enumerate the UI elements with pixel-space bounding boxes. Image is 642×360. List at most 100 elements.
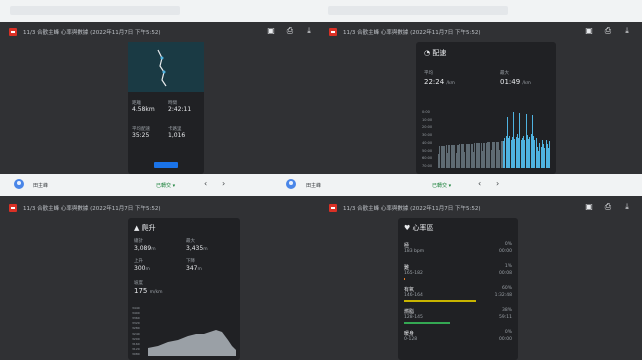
zone-name: 暖身 [404, 331, 415, 337]
top-strip [0, 0, 642, 22]
avg-unit: /km [446, 81, 455, 86]
comment-icon[interactable]: ▣ [266, 26, 276, 36]
pane-header: 11/3 合歡主峰 心率與數據 (2022年11月7日 下午5:52) ▣ ⎙ … [320, 22, 642, 42]
stat-value: 347m [186, 265, 202, 272]
zone-name: 難 [404, 265, 410, 271]
pane-header: 11/3 合歡主峰 心率與數據 (2022年11月7日 下午5:52) [0, 198, 320, 218]
zone-percent: 60% [501, 286, 512, 291]
print-icon[interactable]: ⎙ [603, 26, 613, 36]
zone-progress-bar [404, 278, 406, 280]
zone-percent: 0% [504, 242, 512, 247]
y-tick-label: 30:00 [422, 133, 433, 138]
y-tick-label: 3120 [132, 346, 140, 351]
pace-bar [549, 140, 550, 168]
zone-range: 0-128 [404, 337, 418, 342]
status-dropdown[interactable]: 已轉交 ▾ [432, 182, 451, 189]
pane-header: 11/3 合歡主峰 心率與數據 (2022年11月7日 下午5:52) ▣ ⎙ … [0, 22, 320, 42]
stat-item: 距離 4.58km [132, 100, 155, 113]
y-tick-label: 0:00 [422, 110, 430, 114]
y-tick-label: 20:00 [422, 125, 433, 130]
document-title: 11/3 合歡主峰 心率與數據 (2022年11月7日 下午5:52) [343, 206, 481, 212]
heart-rate-zone-card: ♥ 心率區 極 183 bpm 0% 00:00 難 165-182 1% 00:08 有氧 14… [398, 218, 518, 360]
status-dropdown[interactable]: 已轉交 ▾ [156, 182, 175, 189]
y-tick-label: 3360 [132, 316, 140, 321]
zone-name: 有氧 [404, 287, 415, 293]
speed-icon: ◔ [424, 49, 431, 57]
prev-icon[interactable]: ‹ [204, 179, 207, 188]
viewer-pane-2: 11/3 合歡主峰 心率與數據 (2022年11月7日 下午5:52) ▣ ⎙ … [320, 22, 642, 174]
y-tick-label: 3080 [132, 352, 140, 356]
grade-unit: m/km [149, 290, 163, 295]
stat-item: 平均配速 35:25 [132, 126, 150, 139]
stat-item: 卡路里 1,016 [168, 126, 185, 139]
stat-label: 總計 [134, 239, 143, 244]
stat-unit: m [145, 267, 150, 272]
y-tick-label: 3280 [132, 326, 140, 331]
pdf-icon [329, 28, 337, 36]
y-tick-label: 40:00 [422, 140, 433, 145]
pdf-icon [9, 204, 17, 212]
stat-value: 35:25 [132, 132, 150, 139]
pdf-icon [329, 204, 337, 212]
viewer-pane-4: 11/3 合歡主峰 心率與數據 (2022年11月7日 下午5:52) ▣ ⎙ … [320, 196, 642, 360]
route-map [128, 42, 204, 92]
prev-icon[interactable]: ‹ [478, 179, 481, 188]
comment-icon[interactable]: ▣ [584, 202, 594, 212]
stat-unit: m [151, 247, 156, 252]
avatar [286, 179, 296, 189]
stat-value: 4.58km [132, 106, 155, 113]
avg-value: 22:24 [424, 78, 445, 86]
pace-card: ◔ 配速 平均 22:24 /km 最大 01:49 /km 0:00 10:00… [416, 42, 556, 174]
stat-label: 下降 [186, 259, 195, 264]
y-tick-label: 3400 [132, 311, 140, 316]
stat-number: 3,435 [186, 245, 204, 252]
comment-icon[interactable]: ▣ [584, 26, 594, 36]
footer-row: 田主峰 已轉交 ▾ ‹ › 田主峰 已轉交 ▾ ‹ › [0, 174, 642, 196]
print-icon[interactable]: ⎙ [285, 26, 295, 36]
toolbar-placeholder [10, 6, 180, 15]
zone-range: 146-164 [404, 293, 423, 298]
print-icon[interactable]: ⎙ [603, 202, 613, 212]
toolbar-placeholder [328, 6, 508, 15]
next-icon[interactable]: › [222, 179, 225, 188]
stat-value: 300m [134, 265, 150, 272]
pane-header: 11/3 合歡主峰 心率與數據 (2022年11月7日 下午5:52) ▣ ⎙ … [320, 198, 642, 218]
stat-label: 最大 [186, 239, 195, 244]
zone-percent: 1% [504, 264, 512, 269]
pdf-icon [9, 28, 17, 36]
grade-value: 175 [134, 287, 148, 295]
zone-time: 1:32:48 [494, 293, 512, 298]
download-icon[interactable]: ⤓ [304, 26, 314, 36]
download-icon[interactable]: ⤓ [622, 202, 632, 212]
zone-range: 183 bpm [404, 249, 425, 254]
y-tick-label: 3200 [132, 336, 140, 341]
best-unit: /km [522, 81, 531, 86]
elevation-chart [148, 330, 236, 356]
stat-label: 上升 [134, 259, 143, 264]
zone-percent: 38% [501, 308, 512, 313]
elevation-card: ▲ 爬升 總計 3,089m 最大 3,435m 上升 300m 下降 347m 坡度 175… [128, 218, 240, 360]
stat-value: 3,089m [134, 245, 156, 252]
zone-name: 燃脂 [404, 309, 415, 315]
section-title: 爬升 [141, 224, 156, 232]
y-tick-label: 70:00 [422, 164, 433, 168]
download-icon[interactable]: ⤓ [622, 26, 632, 36]
viewer-pane-3: 11/3 合歡主峰 心率與數據 (2022年11月7日 下午5:52) ▲ 爬升… [0, 196, 320, 360]
y-tick-label: 10:00 [422, 117, 433, 122]
pace-chart [438, 110, 550, 168]
y-tick-label: 3320 [132, 321, 140, 326]
section-title: 配速 [432, 49, 447, 57]
y-tick-label: 3240 [132, 331, 140, 336]
view-details-button[interactable] [154, 162, 178, 168]
best-value: 01:49 [500, 78, 521, 86]
viewer-pane-1: 11/3 合歡主峰 心率與數據 (2022年11月7日 下午5:52) ▣ ⎙ … [0, 22, 320, 174]
zone-range: 165-182 [404, 271, 423, 276]
y-tick-label: 50:00 [422, 148, 433, 153]
document-title: 11/3 合歡主峰 心率與數據 (2022年11月7日 下午5:52) [23, 206, 161, 212]
section-title: 心率區 [412, 224, 434, 232]
y-tick-label: 3440 [132, 306, 140, 310]
zone-progress-bar [404, 300, 476, 302]
zone-time: 00:00 [499, 249, 512, 254]
stat-value: 3,435m [186, 245, 208, 252]
next-icon[interactable]: › [496, 179, 499, 188]
